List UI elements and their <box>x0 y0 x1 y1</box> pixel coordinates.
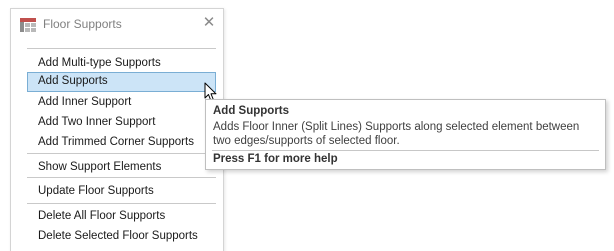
divider <box>27 153 216 154</box>
tooltip-title: Add Supports <box>213 105 290 117</box>
menu-item-add-multi-type-supports[interactable]: Add Multi-type Supports <box>27 54 216 74</box>
tooltip: Add Supports Adds Floor Inner (Split Lin… <box>205 99 606 170</box>
close-icon[interactable]: ✕ <box>201 15 217 31</box>
menu-item-add-inner-support[interactable]: Add Inner Support <box>27 93 216 113</box>
floor-supports-panel: Floor Supports ✕ Add Multi-type Supports… <box>10 8 224 251</box>
menu-item-add-trimmed-corner-supports[interactable]: Add Trimmed Corner Supports <box>27 133 216 153</box>
tooltip-divider <box>212 150 599 151</box>
menu-item-delete-all-floor-supports[interactable]: Delete All Floor Supports <box>27 207 216 227</box>
panel-titlebar: Floor Supports ✕ <box>11 9 223 41</box>
screen: Floor Supports ✕ Add Multi-type Supports… <box>0 0 614 251</box>
menu-item-update-floor-supports[interactable]: Update Floor Supports <box>27 182 216 202</box>
tooltip-description: Adds Floor Inner (Split Lines) Supports … <box>213 121 580 147</box>
menu-item-add-supports[interactable]: Add Supports <box>27 72 216 92</box>
menu-item-delete-selected-floor-supports[interactable]: Delete Selected Floor Supports <box>27 227 216 247</box>
menu-item-add-two-inner-support[interactable]: Add Two Inner Support <box>27 113 216 133</box>
divider <box>27 177 216 178</box>
panel-title: Floor Supports <box>43 17 122 31</box>
divider <box>27 48 216 49</box>
tooltip-help-text: Press F1 for more help <box>213 153 338 165</box>
floor-supports-icon <box>20 18 36 32</box>
divider <box>27 203 216 204</box>
menu-item-show-support-elements[interactable]: Show Support Elements <box>27 158 216 178</box>
